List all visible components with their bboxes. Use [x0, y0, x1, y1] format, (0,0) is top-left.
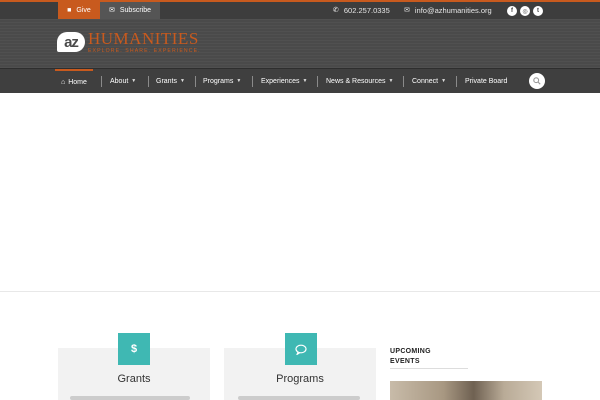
nav-item-programs[interactable]: Programs ▼ [203, 69, 241, 93]
chevron-down-icon: ▼ [441, 78, 447, 84]
nav-divider [317, 76, 318, 87]
envelope-icon: ✉ [108, 7, 115, 14]
gift-icon: ■ [67, 7, 72, 14]
chevron-down-icon: ▼ [180, 78, 185, 84]
site-logo[interactable]: az HUMANITIES EXPLORE. SHARE. EXPERIENCE… [57, 30, 201, 58]
grants-card-title: Grants [117, 373, 151, 385]
nav-item-grants[interactable]: Grants ▼ [156, 69, 185, 93]
phone-number: 602.257.0335 [343, 6, 390, 15]
nav-label: Grants [156, 77, 178, 85]
logo-text: HUMANITIES EXPLORE. SHARE. EXPERIENCE. [88, 30, 201, 54]
logo-badge: az [57, 32, 85, 52]
nav-divider [101, 76, 102, 87]
subscribe-label: Subscribe [119, 7, 151, 14]
chevron-down-icon: ▼ [236, 78, 242, 84]
chat-icon [285, 333, 317, 365]
event-photo[interactable] [390, 381, 542, 400]
hero-area [0, 93, 600, 292]
main-nav: ⌂ Home About ▼ Grants ▼ Programs ▼ Exper… [0, 68, 600, 93]
give-label: Give [76, 7, 91, 14]
chevron-down-icon: ▼ [388, 78, 394, 84]
card-text-placeholder [70, 396, 190, 400]
chevron-down-icon: ▼ [302, 78, 308, 84]
nav-label: Home [68, 78, 87, 86]
nav-label: Private Board [465, 77, 508, 85]
nav-divider [456, 76, 457, 87]
nav-label: Experiences [261, 77, 300, 85]
events-divider [390, 368, 468, 369]
nav-label: Connect [412, 77, 439, 85]
logo-tagline: EXPLORE. SHARE. EXPERIENCE. [88, 48, 201, 54]
events-title-line: EVENTS [390, 358, 420, 365]
events-title-line: UPCOMING [390, 348, 431, 355]
speech-bubble-icon [295, 344, 307, 355]
nav-divider [403, 76, 404, 87]
nav-label: About [110, 77, 129, 85]
card-text-placeholder [238, 396, 360, 400]
dollar-icon: $ [118, 333, 150, 365]
nav-item-experiences[interactable]: Experiences ▼ [261, 69, 307, 93]
give-button[interactable]: ■ Give [58, 2, 100, 19]
envelope-icon: ✉ [404, 7, 410, 14]
facebook-icon[interactable]: f [507, 6, 517, 16]
nav-label: News & Resources [326, 77, 386, 85]
nav-label: Programs [203, 77, 234, 85]
nav-item-about[interactable]: About ▼ [110, 69, 136, 93]
nav-item-home[interactable]: ⌂ Home [55, 69, 93, 93]
chevron-down-icon: ▼ [131, 78, 137, 84]
nav-divider [195, 76, 196, 87]
nav-divider [252, 76, 253, 87]
email-link[interactable]: ✉ info@azhumanities.org [404, 2, 492, 19]
utility-bar: ■ Give ✉ Subscribe ✆ 602.257.0335 ✉ info… [0, 2, 600, 19]
instagram-icon[interactable]: ◎ [520, 6, 530, 16]
phone-icon: ✆ [333, 7, 339, 14]
search-icon [533, 77, 541, 85]
nav-item-news-resources[interactable]: News & Resources ▼ [326, 69, 393, 93]
logo-word: HUMANITIES [88, 29, 199, 48]
upcoming-events-heading: UPCOMING EVENTS [390, 347, 431, 367]
nav-divider [148, 76, 149, 87]
site-header: az HUMANITIES EXPLORE. SHARE. EXPERIENCE… [0, 19, 600, 68]
subscribe-button[interactable]: ✉ Subscribe [100, 2, 160, 19]
email-address: info@azhumanities.org [414, 6, 492, 15]
nav-item-private-board[interactable]: Private Board [465, 69, 507, 93]
nav-item-connect[interactable]: Connect ▼ [412, 69, 446, 93]
phone-link[interactable]: ✆ 602.257.0335 [333, 2, 390, 19]
home-icon: ⌂ [61, 78, 66, 86]
search-button[interactable] [529, 73, 545, 89]
programs-card-title: Programs [276, 373, 324, 385]
twitter-icon[interactable]: t [533, 6, 543, 16]
